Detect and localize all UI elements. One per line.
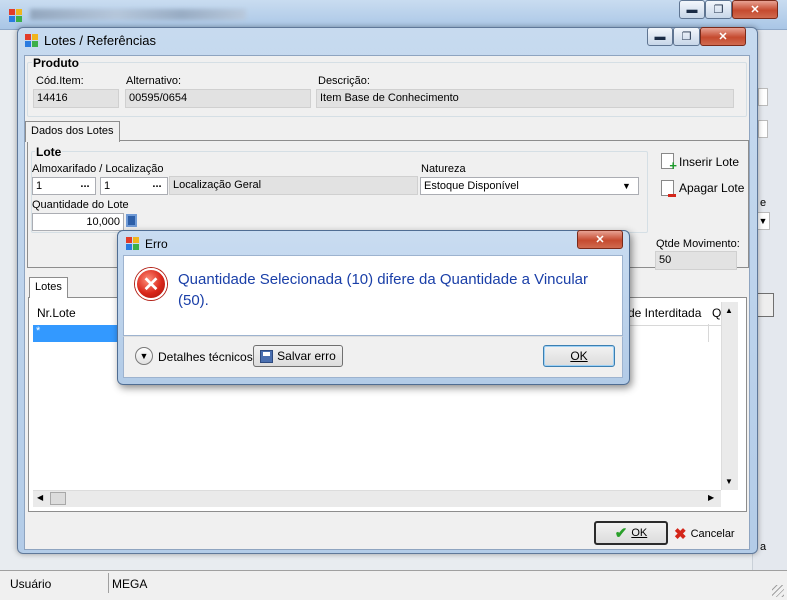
main-right-fragment-2: [758, 120, 768, 138]
quantidade-lote-label: Quantidade do Lote: [32, 199, 129, 211]
salvar-erro-button[interactable]: Salvar erro: [253, 345, 343, 367]
lotes-cancelar-label: Cancelar: [690, 528, 735, 540]
grid-column-nr-lote[interactable]: Nr.Lote: [37, 306, 76, 320]
lotes-close-button[interactable]: ✕: [700, 27, 746, 46]
lotes-cancelar-button[interactable]: ✖ Cancelar: [674, 523, 746, 545]
error-message: Quantidade Selecionada (10) difere da Qu…: [178, 271, 589, 309]
error-dialog-app-icon: [126, 237, 139, 250]
cod-item-label: Cód.Item:: [36, 75, 84, 87]
localizacao-lookup-button[interactable]: ...: [148, 178, 166, 194]
lotes-ok-button[interactable]: ✔ OK: [594, 521, 668, 545]
almoxarifado-lookup-button[interactable]: ...: [76, 178, 94, 194]
main-minimize-button[interactable]: ▬: [679, 0, 705, 19]
scroll-right-arrow-icon[interactable]: ▶: [708, 493, 714, 502]
grid-column-divider: [708, 324, 709, 342]
scroll-up-arrow-icon[interactable]: ▲: [725, 306, 733, 315]
resize-grip-icon[interactable]: [772, 585, 784, 597]
apagar-lote-button[interactable]: Apagar Lote: [679, 181, 744, 195]
almoxarifado-value: 1: [36, 180, 43, 192]
salvar-erro-label: Salvar erro: [277, 349, 336, 363]
main-maximize-button[interactable]: ❐: [705, 0, 732, 19]
cod-item-field: 14416: [33, 89, 119, 108]
grid-new-row-marker: *: [36, 325, 41, 337]
main-right-fragment-dropdown[interactable]: ▼: [756, 212, 770, 230]
natureza-select[interactable]: Estoque Disponível: [420, 177, 639, 195]
quantidade-lote-value: 10,000: [86, 216, 120, 228]
check-icon: ✔: [614, 525, 628, 542]
scroll-down-arrow-icon[interactable]: ▼: [725, 477, 733, 486]
lotes-dialog-title: Lotes / Referências: [44, 33, 157, 48]
qtde-movimento-field: 50: [655, 251, 737, 270]
grid-horizontal-scrollbar[interactable]: [33, 490, 721, 507]
error-ok-label: OK: [570, 349, 588, 363]
descricao-field: Item Base de Conhecimento: [316, 89, 734, 108]
lotes-ok-label: OK: [631, 527, 648, 539]
scroll-thumb[interactable]: [50, 492, 66, 505]
tab-dados-dos-lotes[interactable]: Dados dos Lotes: [25, 121, 120, 142]
tab-lotes[interactable]: Lotes: [29, 277, 68, 298]
inserir-lote-button[interactable]: Inserir Lote: [679, 155, 739, 169]
natureza-label: Natureza: [421, 163, 466, 175]
error-icon: ✕: [135, 268, 167, 300]
produto-section-label: Produto: [32, 56, 80, 70]
calculator-icon[interactable]: [126, 214, 137, 227]
grid-new-row[interactable]: *: [33, 325, 119, 342]
grid-column-interditada[interactable]: de Interditada: [628, 306, 701, 320]
main-right-fragment-text-1: e: [760, 197, 767, 209]
floppy-disk-icon: [260, 349, 274, 363]
main-app-icon: [9, 9, 22, 22]
expand-details-icon[interactable]: ▼: [135, 347, 153, 365]
lotes-maximize-button[interactable]: ❐: [673, 27, 700, 46]
scroll-left-arrow-icon[interactable]: ◀: [37, 493, 43, 502]
error-ok-button[interactable]: OK: [543, 345, 615, 367]
almoxarifado-label: Almoxarifado / Localização: [32, 163, 164, 175]
alternativo-field: 00595/0654: [125, 89, 311, 108]
lotes-minimize-button[interactable]: ▬: [647, 27, 673, 46]
error-dialog-title: Erro: [145, 237, 168, 251]
main-right-fragment-text-2: a: [760, 541, 767, 553]
grid-vertical-scrollbar[interactable]: [721, 302, 738, 490]
main-right-fragment-1: [758, 88, 768, 106]
lotes-dialog-app-icon: [25, 34, 38, 47]
status-user-label: Usuário: [10, 577, 52, 591]
grid-column-q[interactable]: Q: [712, 306, 721, 320]
main-window-title-obscured: [30, 9, 246, 20]
alternativo-label: Alternativo:: [126, 75, 182, 87]
status-user-value: MEGA: [112, 577, 148, 591]
qtde-movimento-label: Qtde Movimento:: [656, 238, 740, 250]
lote-section-label: Lote: [35, 145, 63, 159]
error-close-button[interactable]: ✕: [577, 230, 623, 249]
main-close-button[interactable]: ✕: [732, 0, 778, 19]
details-toggle-label[interactable]: Detalhes técnicos: [158, 350, 253, 364]
cancel-x-icon: ✖: [674, 526, 687, 543]
natureza-value: Estoque Disponível: [424, 180, 519, 192]
localizacao-value: 1: [104, 180, 111, 192]
localizacao-description-field: Localização Geral: [169, 176, 418, 195]
apagar-lote-icon: [661, 180, 676, 197]
descricao-label: Descrição:: [318, 75, 370, 87]
natureza-dropdown-icon[interactable]: ▼: [622, 181, 631, 191]
inserir-lote-icon: +: [661, 153, 677, 172]
quantidade-lote-input[interactable]: 10,000: [32, 213, 124, 231]
